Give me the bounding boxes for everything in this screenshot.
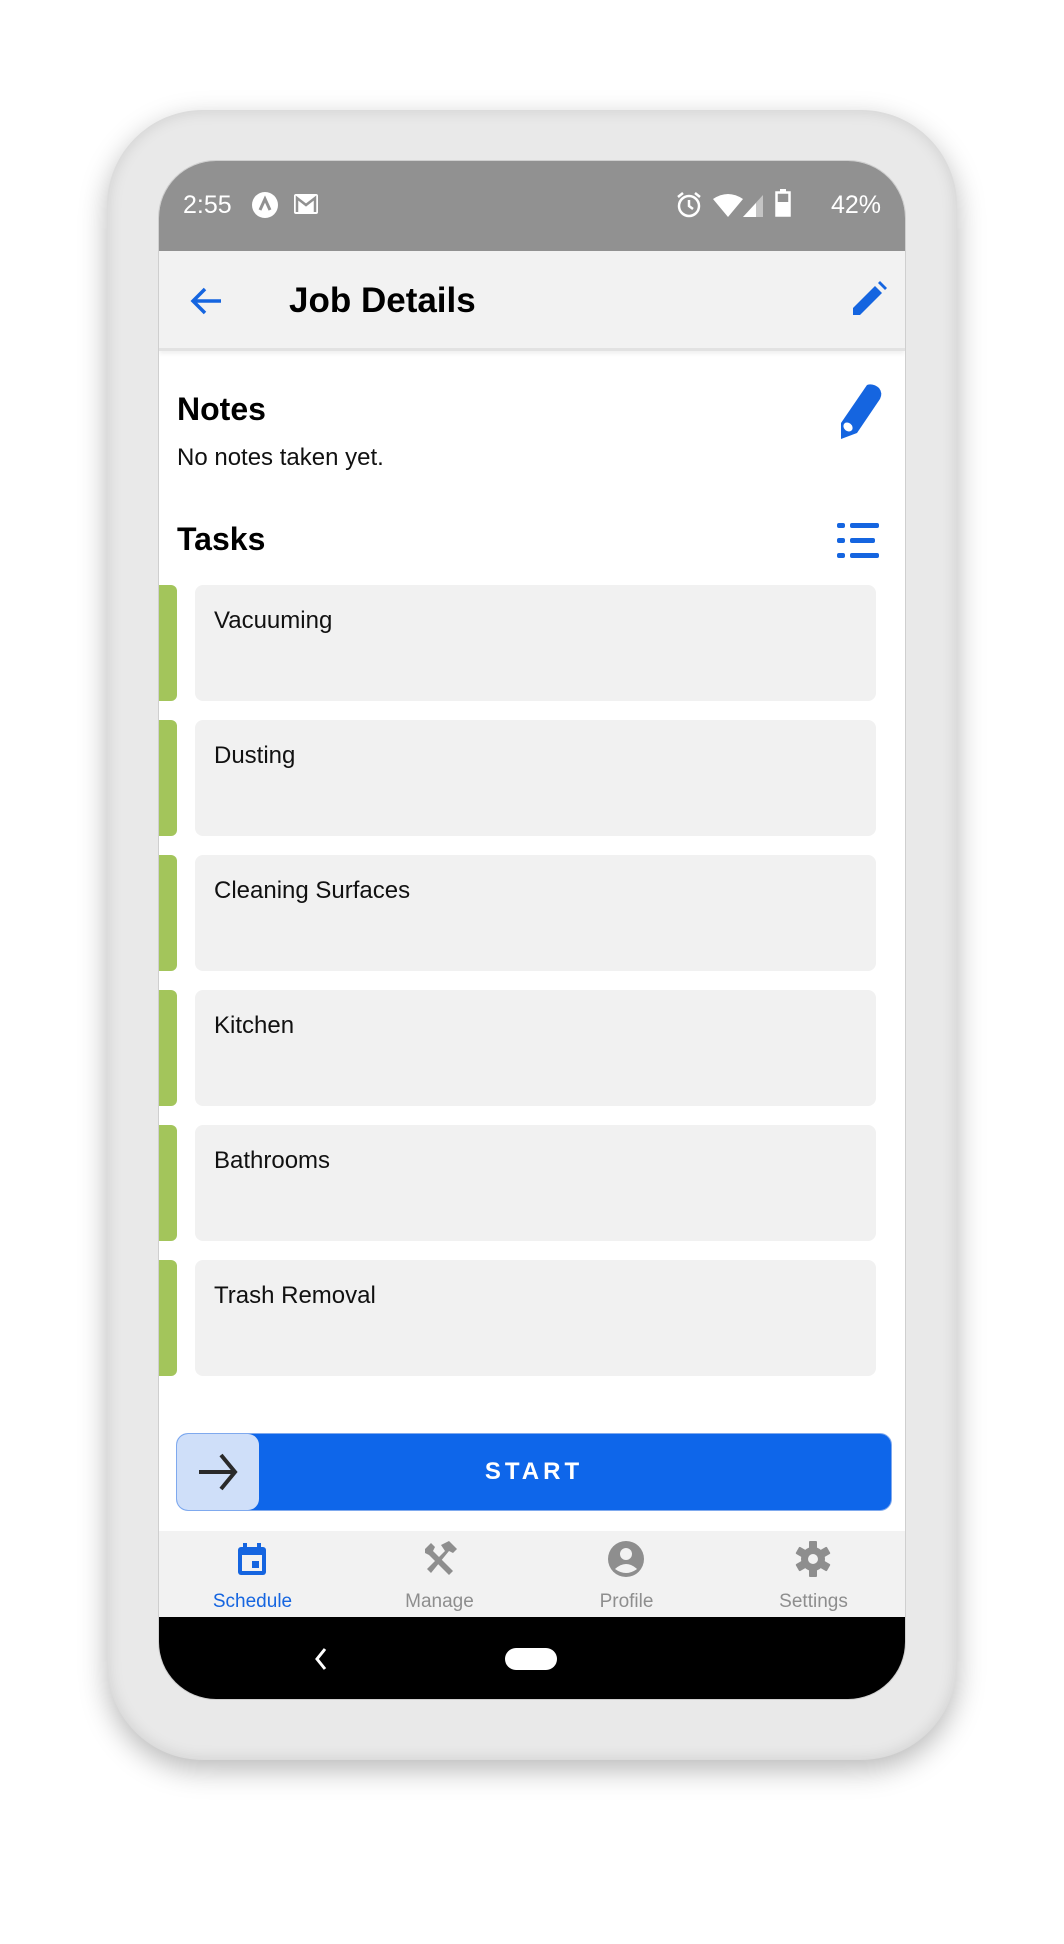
task-row: Cleaning Surfaces bbox=[159, 855, 905, 971]
gmail-icon bbox=[293, 193, 319, 220]
page-title: Job Details bbox=[289, 281, 476, 320]
gear-icon bbox=[795, 1541, 831, 1577]
nav-item-schedule[interactable]: Schedule bbox=[159, 1531, 346, 1617]
battery-percent: 42% bbox=[830, 191, 881, 219]
nav-label: Schedule bbox=[212, 1591, 293, 1612]
alarm-icon bbox=[675, 191, 703, 224]
task-card[interactable]: Vacuuming bbox=[195, 585, 876, 701]
slider-handle[interactable] bbox=[177, 1434, 259, 1510]
tasks-heading: Tasks bbox=[177, 521, 266, 557]
list-icon bbox=[837, 523, 879, 558]
task-status-indicator bbox=[159, 1260, 177, 1376]
task-card[interactable]: Trash Removal bbox=[195, 1260, 876, 1376]
pencil-icon bbox=[841, 384, 882, 439]
app-notification-icon bbox=[251, 191, 279, 224]
task-row: Dusting bbox=[159, 720, 905, 836]
nav-item-settings[interactable]: Settings bbox=[720, 1531, 905, 1617]
start-slider[interactable]: START bbox=[176, 1433, 892, 1511]
edit-job-button[interactable] bbox=[849, 279, 889, 319]
task-row: Trash Removal bbox=[159, 1260, 905, 1376]
arrow-right-icon bbox=[199, 1453, 238, 1491]
task-name: Kitchen bbox=[214, 1012, 295, 1039]
task-name: Bathrooms bbox=[214, 1147, 331, 1174]
cell-signal-icon bbox=[743, 193, 765, 222]
app-bar: Job Details bbox=[159, 251, 905, 351]
task-status-indicator bbox=[159, 720, 177, 836]
task-name: Trash Removal bbox=[214, 1282, 376, 1309]
nav-item-manage[interactable]: Manage bbox=[346, 1531, 533, 1617]
start-label: START bbox=[484, 1458, 584, 1485]
task-name: Cleaning Surfaces bbox=[214, 877, 411, 904]
task-card[interactable]: Bathrooms bbox=[195, 1125, 876, 1241]
task-card[interactable]: Dusting bbox=[195, 720, 876, 836]
task-row: Vacuuming bbox=[159, 585, 905, 701]
nav-label: Profile bbox=[599, 1591, 654, 1612]
task-list-view-button[interactable] bbox=[837, 521, 881, 561]
task-name: Dusting bbox=[214, 742, 296, 769]
bottom-nav: Schedule Manage Profile Settings bbox=[159, 1531, 905, 1617]
chevron-left-icon bbox=[315, 1648, 327, 1670]
nav-label: Settings bbox=[779, 1591, 848, 1612]
system-nav-bar bbox=[159, 1617, 905, 1699]
arrow-left-icon bbox=[190, 287, 221, 315]
back-button[interactable] bbox=[189, 283, 225, 319]
task-card[interactable]: Kitchen bbox=[195, 990, 876, 1106]
notes-heading: Notes bbox=[177, 391, 266, 427]
task-status-indicator bbox=[159, 1125, 177, 1241]
task-status-indicator bbox=[159, 990, 177, 1106]
status-bar: 2:55 42% bbox=[159, 161, 905, 251]
tools-icon bbox=[425, 1541, 457, 1575]
pencil-icon bbox=[853, 281, 887, 315]
system-home-button[interactable] bbox=[505, 1648, 557, 1670]
battery-icon bbox=[775, 189, 791, 222]
notes-text: No notes taken yet. bbox=[177, 444, 384, 471]
task-status-indicator bbox=[159, 855, 177, 971]
edit-notes-button[interactable] bbox=[837, 383, 883, 439]
task-row: Kitchen bbox=[159, 990, 905, 1106]
system-back-button[interactable] bbox=[311, 1643, 331, 1675]
calendar-icon bbox=[238, 1543, 266, 1575]
nav-item-profile[interactable]: Profile bbox=[533, 1531, 720, 1617]
phone-screen: 2:55 42% Job Details Notes No notes take… bbox=[158, 160, 906, 1700]
account-circle-icon bbox=[608, 1541, 644, 1577]
task-name: Vacuuming bbox=[214, 607, 333, 634]
task-status-indicator bbox=[159, 585, 177, 701]
status-time: 2:55 bbox=[183, 191, 232, 219]
nav-label: Manage bbox=[405, 1591, 474, 1612]
wifi-icon bbox=[713, 193, 743, 222]
task-row: Bathrooms bbox=[159, 1125, 905, 1241]
task-card[interactable]: Cleaning Surfaces bbox=[195, 855, 876, 971]
